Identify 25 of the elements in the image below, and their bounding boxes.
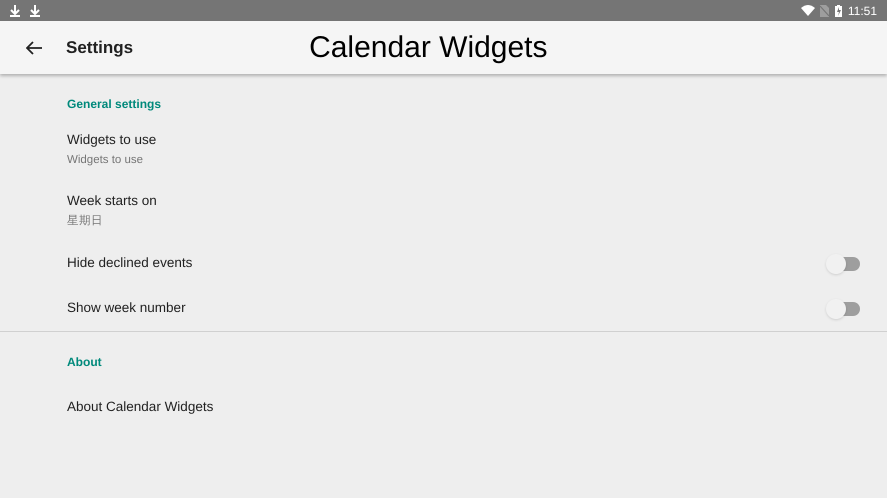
settings-item[interactable]: Week starts on 星期日 <box>0 180 887 241</box>
section-header: About <box>66 354 103 371</box>
wifi-icon <box>800 5 815 16</box>
item-title: About Calendar Widgets <box>67 398 214 416</box>
app-bar-title: Settings <box>66 36 134 59</box>
item-summary: 星期日 <box>67 214 104 229</box>
settings-item[interactable]: Hide declined events <box>0 241 887 286</box>
download-icon <box>30 4 40 16</box>
item-title: Hide declined events <box>67 254 194 272</box>
item-title: Widgets to use <box>67 130 158 149</box>
battery-charging-icon <box>834 4 842 16</box>
item-title: Week starts on <box>67 192 158 210</box>
settings-item[interactable]: Widgets to use Widgets to use <box>0 119 887 180</box>
clock-time: 11:51 <box>848 2 877 20</box>
settings-item[interactable]: Show week number <box>0 286 887 331</box>
back-arrow-icon <box>26 40 42 54</box>
toggle-switch[interactable] <box>826 298 860 318</box>
no-sim-icon <box>820 4 829 16</box>
settings-item[interactable]: About Calendar Widgets <box>0 377 887 438</box>
download-icon <box>10 4 20 16</box>
item-title: Show week number <box>67 299 187 318</box>
item-summary: Widgets to use <box>67 153 144 168</box>
toggle-switch[interactable] <box>826 254 860 274</box>
section-header: General settings <box>66 96 162 113</box>
page-title: Calendar Widgets <box>309 32 548 62</box>
